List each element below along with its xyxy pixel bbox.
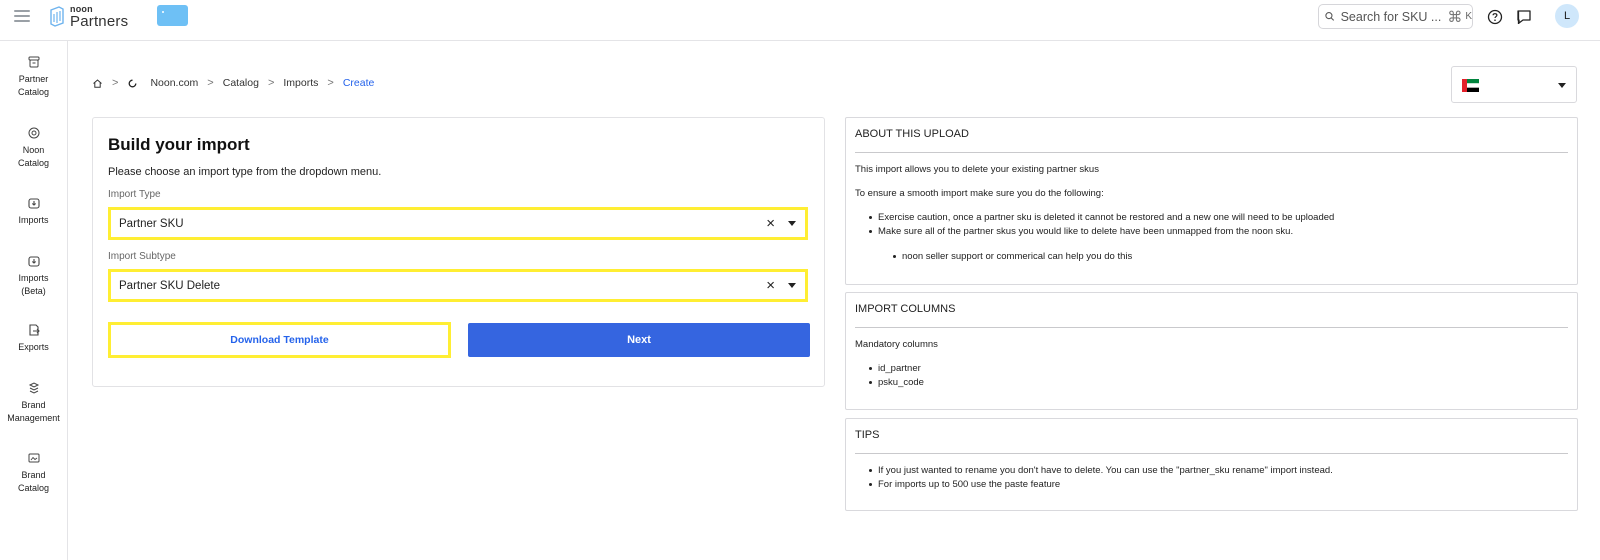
divider — [855, 453, 1568, 454]
store-selector[interactable] — [157, 5, 188, 26]
chevron-down-icon[interactable] — [788, 221, 796, 226]
import-type-label: Import Type — [108, 189, 161, 200]
sidebar-item-brand-catalog[interactable]: Brand Catalog — [0, 451, 67, 495]
list-item: psku_code — [869, 377, 924, 388]
exports-icon — [28, 324, 40, 336]
about-upload-panel: ABOUT THIS UPLOAD This import allows you… — [845, 117, 1578, 285]
sidebar-item-label: Brand — [21, 470, 46, 480]
download-template-button[interactable]: Download Template — [108, 322, 451, 358]
search-input[interactable]: Search for SKU ... ⌘ K — [1318, 4, 1473, 29]
list-item: noon seller support or commerical can he… — [892, 251, 1133, 262]
breadcrumb: > Noon.com > Catalog > Imports > Create — [92, 76, 374, 90]
breadcrumb-imports[interactable]: Imports — [283, 77, 318, 89]
import-type-select[interactable]: Partner SKU × — [108, 207, 808, 240]
breadcrumb-current: Create — [342, 77, 375, 89]
sidebar-item-brand-management[interactable]: Brand Management — [0, 381, 67, 425]
clear-icon[interactable]: × — [766, 278, 775, 293]
noon-partners-logo-icon — [50, 6, 64, 27]
about-line-1: This import allows you to delete your ex… — [855, 164, 1099, 175]
sidebar-item-label: Catalog — [17, 87, 50, 97]
list-item: id_partner — [869, 363, 921, 374]
sidebar-item-label: Catalog — [17, 158, 50, 168]
search-icon — [1325, 12, 1335, 21]
logo-big-text: Partners — [70, 13, 129, 30]
home-icon[interactable] — [92, 78, 103, 89]
breadcrumb-catalog[interactable]: Catalog — [223, 77, 259, 89]
uae-flag-icon — [1462, 79, 1479, 92]
list-item: For imports up to 500 use the paste feat… — [868, 479, 1061, 490]
chevron-down-icon — [1558, 83, 1566, 88]
avatar[interactable]: L — [1555, 4, 1579, 28]
chevron-right-icon: > — [207, 77, 214, 89]
sidebar-item-partner-catalog[interactable]: Partner Catalog — [0, 55, 67, 99]
chevron-right-icon: > — [327, 77, 334, 89]
brand-management-icon — [28, 382, 39, 394]
chevron-right-icon: > — [112, 77, 119, 89]
sidebar-item-label: (Beta) — [21, 286, 46, 296]
sidebar-item-label: Imports — [18, 273, 49, 283]
tips-title: TIPS — [855, 429, 880, 441]
sidebar-item-label: Management — [7, 413, 60, 423]
import-subtype-value: Partner SKU Delete — [119, 280, 220, 292]
sidebar-item-imports-beta[interactable]: Imports (Beta) — [0, 254, 67, 298]
chevron-down-icon[interactable] — [788, 283, 796, 288]
search-shortcut: ⌘ K — [1447, 8, 1472, 26]
sidebar-item-label: Imports — [18, 215, 49, 225]
imports-beta-icon — [27, 256, 40, 267]
search-placeholder: Search for SKU ... — [1340, 9, 1442, 24]
chevron-right-icon: > — [267, 77, 275, 89]
partner-catalog-icon — [28, 56, 39, 68]
sidebar-item-label: Noon — [22, 145, 45, 155]
breadcrumb-noon[interactable]: Noon.com — [150, 77, 198, 89]
about-title: ABOUT THIS UPLOAD — [855, 128, 969, 140]
clear-icon[interactable]: × — [766, 216, 775, 231]
build-description: Please choose an import type from the dr… — [108, 166, 382, 178]
columns-title: IMPORT COLUMNS — [855, 303, 956, 315]
imports-icon — [27, 198, 40, 209]
import-columns-panel: IMPORT COLUMNS Mandatory columns id_part… — [845, 292, 1578, 410]
country-selector[interactable] — [1451, 66, 1577, 103]
import-type-value: Partner SKU — [119, 218, 184, 230]
page-title: Build your import — [108, 135, 250, 154]
brand-catalog-icon — [28, 453, 39, 463]
columns-subtitle: Mandatory columns — [855, 339, 938, 350]
list-item: If you just wanted to rename you don't h… — [869, 465, 1333, 476]
list-item: Make sure all of the partner skus you wo… — [868, 226, 1294, 237]
sidebar: Partner Catalog Noon Catalog Imports Imp… — [0, 41, 68, 560]
sidebar-item-exports[interactable]: Exports — [0, 323, 67, 354]
logo[interactable]: noon Partners — [48, 5, 128, 29]
next-button[interactable]: Next — [468, 323, 810, 357]
list-item: Exercise caution, once a partner sku is … — [868, 212, 1335, 223]
menu-icon[interactable] — [14, 10, 30, 24]
feedback-icon[interactable] — [1515, 8, 1533, 26]
sidebar-item-imports[interactable]: Imports — [0, 196, 67, 227]
noon-catalog-icon — [28, 127, 39, 139]
sidebar-item-label: Brand — [21, 400, 46, 410]
sidebar-item-label: Partner — [18, 74, 49, 84]
command-icon: ⌘ — [1447, 8, 1463, 26]
tips-panel: TIPS If you just wanted to rename you do… — [845, 418, 1578, 511]
sidebar-item-noon-catalog[interactable]: Noon Catalog — [0, 126, 67, 170]
divider — [855, 327, 1568, 328]
loading-icon — [129, 79, 137, 87]
divider — [855, 152, 1568, 153]
sidebar-item-label: Exports — [18, 342, 49, 352]
help-icon[interactable] — [1486, 8, 1504, 26]
import-subtype-label: Import Subtype — [108, 251, 176, 262]
shortcut-key: K — [1465, 11, 1472, 22]
top-bar: noon Partners Search for SKU ... ⌘ K L — [0, 0, 1600, 41]
sidebar-item-label: Catalog — [17, 483, 50, 493]
import-subtype-select[interactable]: Partner SKU Delete × — [108, 269, 808, 302]
about-line-2: To ensure a smooth import make sure you … — [855, 188, 1104, 199]
build-import-panel: Build your import Please choose an impor… — [92, 117, 825, 387]
